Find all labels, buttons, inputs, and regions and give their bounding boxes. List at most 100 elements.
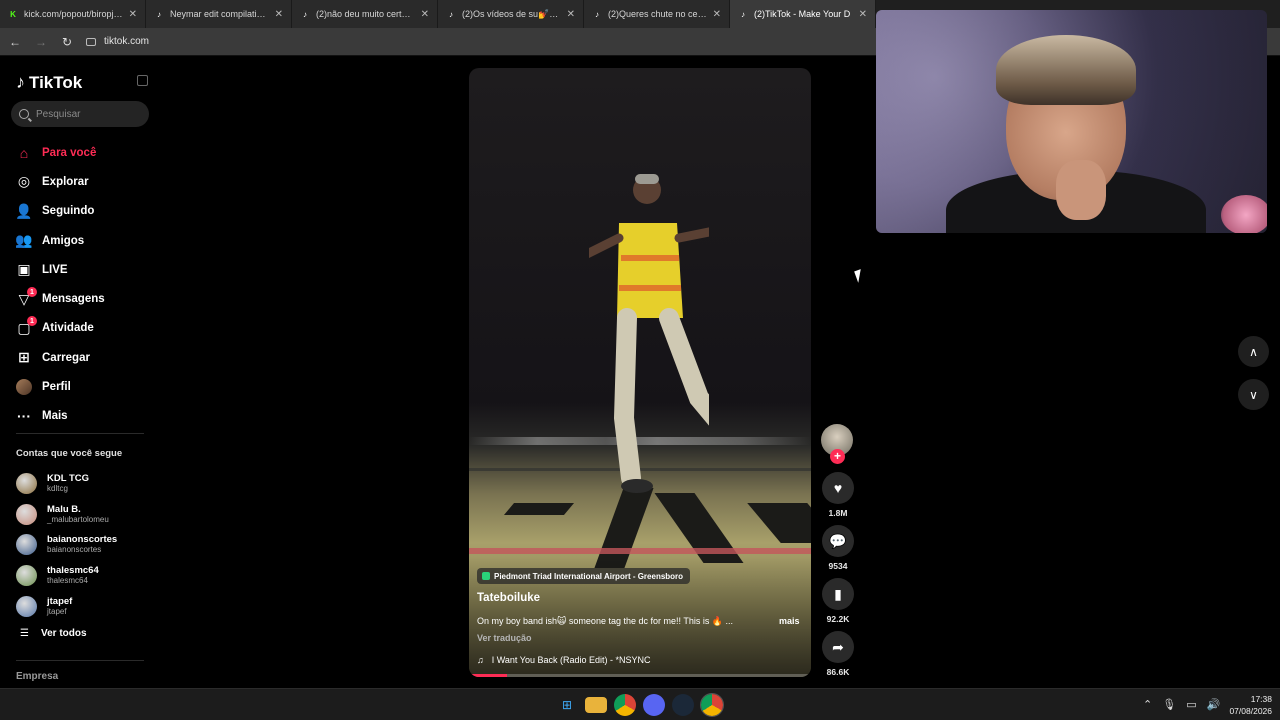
- footer-link-empresa[interactable]: Empresa: [16, 671, 58, 682]
- comment-icon[interactable]: 💬: [822, 525, 854, 557]
- sidebar-item-para-você[interactable]: ⌂ Para você: [16, 138, 156, 167]
- sidebar-item-carregar[interactable]: ⊞ Carregar: [16, 343, 156, 372]
- search-input[interactable]: [36, 108, 136, 120]
- tab-favicon-icon: ♪: [303, 9, 307, 19]
- followed-account[interactable]: Malu B. _malubartolomeu: [16, 499, 156, 530]
- search-icon: [19, 109, 29, 119]
- followed-accounts: KDL TCG kdltcg Malu B. _malubartolomeu b…: [16, 468, 156, 622]
- tiktok-logo[interactable]: ♪ TikTok: [16, 72, 82, 93]
- share-icon[interactable]: ➦: [822, 631, 854, 663]
- chrome-active-icon[interactable]: [700, 693, 724, 717]
- close-tab-icon[interactable]: ✕: [275, 9, 283, 20]
- steam-icon[interactable]: [672, 694, 694, 716]
- heart-icon[interactable]: ♥: [822, 472, 854, 504]
- compass-icon: ◎: [17, 173, 31, 190]
- next-video-button[interactable]: ∨: [1238, 379, 1269, 410]
- followed-account[interactable]: KDL TCG kdltcg: [16, 468, 156, 499]
- close-tab-icon[interactable]: ✕: [713, 9, 721, 20]
- video-player[interactable]: Piedmont Triad International Airport - G…: [469, 68, 811, 677]
- browser-tab[interactable]: ♪ (2)Queres chute no celular ✕: [584, 0, 730, 28]
- bookmark-icon[interactable]: ▮: [822, 578, 854, 610]
- followed-account[interactable]: jtapef jtapef: [16, 591, 156, 622]
- account-avatar: [16, 596, 37, 618]
- microphone-icon[interactable]: 🎙: [1162, 698, 1176, 711]
- sidebar-item-live[interactable]: ▣ LIVE: [16, 255, 156, 284]
- notification-badge: 1: [27, 287, 37, 298]
- browser-tab[interactable]: K kick.com/popout/biropjl/ch ✕: [0, 0, 146, 28]
- translate-button[interactable]: Ver tradução: [477, 633, 532, 643]
- tab-title: Neymar edit compilation —: [170, 9, 269, 19]
- account-name: thalesmc64: [47, 565, 99, 577]
- music-info[interactable]: ♫ I Want You Back (Radio Edit) - *NSYNC: [477, 655, 650, 665]
- location-pin-icon: [482, 572, 490, 580]
- video-author[interactable]: Tateboiluke: [477, 592, 540, 604]
- save-action[interactable]: ▮ 92.2K: [821, 578, 855, 624]
- tab-favicon-icon: ♪: [741, 9, 745, 19]
- divider: [16, 660, 144, 661]
- account-name: Malu B.: [47, 503, 81, 515]
- like-action[interactable]: ♥ 1.8M: [821, 472, 855, 518]
- account-handle: jtapef: [47, 607, 67, 617]
- sidebar-item-amigos[interactable]: 👥 Amigos: [15, 226, 156, 255]
- tray-expand-icon[interactable]: ⌃: [1143, 698, 1152, 711]
- see-all-button[interactable]: ☰ Ver todos: [20, 628, 87, 639]
- account-handle: kdltcg: [47, 483, 68, 493]
- close-tab-icon[interactable]: ✕: [859, 9, 867, 20]
- tab-favicon-icon: ♪: [449, 9, 453, 19]
- previous-video-button[interactable]: ∧: [1238, 336, 1269, 367]
- forward-icon[interactable]: →: [34, 35, 48, 49]
- comment-action[interactable]: 💬 9534: [821, 525, 855, 571]
- discord-icon[interactable]: [643, 694, 665, 716]
- sidebar-item-atividade[interactable]: ▢ 1 Atividade: [16, 314, 156, 343]
- browser-tab[interactable]: ♪ (2)Os vídeos de su💅 🏆 ☺ ✕: [438, 0, 584, 28]
- caption-more-button[interactable]: mais: [779, 616, 800, 626]
- browser-tab[interactable]: ♪ (2)TikTok - Make Your D ✕: [730, 0, 876, 28]
- flower-decoration: [1221, 195, 1267, 233]
- clock-time: 17:38: [1250, 694, 1272, 704]
- profile-avatar: [16, 379, 32, 396]
- close-tab-icon[interactable]: ✕: [129, 9, 137, 20]
- search-box[interactable]: [11, 101, 149, 127]
- sidebar-item-perfil[interactable]: Perfil: [16, 372, 156, 401]
- sidebar-item-mais[interactable]: ··· Mais: [16, 402, 156, 431]
- music-note-icon: ♫: [477, 655, 484, 665]
- collapse-sidebar-icon[interactable]: [137, 75, 148, 86]
- sidebar-item-seguindo[interactable]: 👤 Seguindo: [15, 197, 156, 226]
- account-handle: _malubartolomeu: [47, 514, 109, 524]
- site-info-icon[interactable]: [86, 37, 96, 46]
- reload-icon[interactable]: ↻: [60, 35, 74, 49]
- close-tab-icon[interactable]: ✕: [567, 9, 575, 20]
- share-action[interactable]: ➦ 86.6K: [821, 631, 855, 677]
- streamer-hand: [1056, 160, 1106, 220]
- dancing-person: [589, 174, 709, 493]
- close-tab-icon[interactable]: ✕: [421, 9, 429, 20]
- network-icon[interactable]: ▭: [1186, 698, 1196, 711]
- video-caption: On my boy band ish🙀 someone tag the dc f…: [477, 616, 734, 626]
- more-icon: ···: [17, 408, 31, 425]
- chrome-icon[interactable]: [614, 694, 636, 716]
- browser-tab[interactable]: ♪ Neymar edit compilation — ✕: [146, 0, 292, 28]
- account-name: baianonscortes: [47, 534, 118, 546]
- sidebar-item-mensagens[interactable]: ▽ 1 Mensagens: [16, 284, 156, 313]
- video-progress-fill: [469, 674, 507, 677]
- tab-favicon-icon: ♪: [595, 9, 599, 19]
- follow-plus-icon[interactable]: +: [830, 449, 845, 464]
- followed-account[interactable]: thalesmc64 thalesmc64: [16, 560, 156, 591]
- url-field[interactable]: tiktok.com: [86, 36, 149, 47]
- logo-text: TikTok: [29, 72, 83, 92]
- account-avatar: [16, 472, 37, 494]
- back-icon[interactable]: ←: [8, 35, 22, 49]
- music-title: I Want You Back (Radio Edit) - *NSYNC: [491, 655, 651, 665]
- system-clock[interactable]: 17:38 07/08/2026: [1222, 693, 1272, 717]
- location-tag[interactable]: Piedmont Triad International Airport - G…: [477, 568, 691, 584]
- start-icon[interactable]: ⊞: [556, 694, 578, 716]
- video-progress-bar[interactable]: [469, 674, 811, 677]
- sidebar-item-explorar[interactable]: ◎ Explorar: [16, 167, 156, 196]
- volume-icon[interactable]: 🔊: [1207, 698, 1221, 711]
- followed-account[interactable]: baianonscortes baianonscortes: [16, 530, 156, 561]
- file-explorer-icon[interactable]: [585, 697, 607, 713]
- browser-tab[interactable]: ♪ (2)não deu muito certo 🤔 ✕: [292, 0, 438, 28]
- creator-avatar[interactable]: +: [821, 424, 853, 464]
- tab-title: (2)Queres chute no celular: [608, 9, 707, 19]
- following-section-title: Contas que você segue: [16, 448, 123, 459]
